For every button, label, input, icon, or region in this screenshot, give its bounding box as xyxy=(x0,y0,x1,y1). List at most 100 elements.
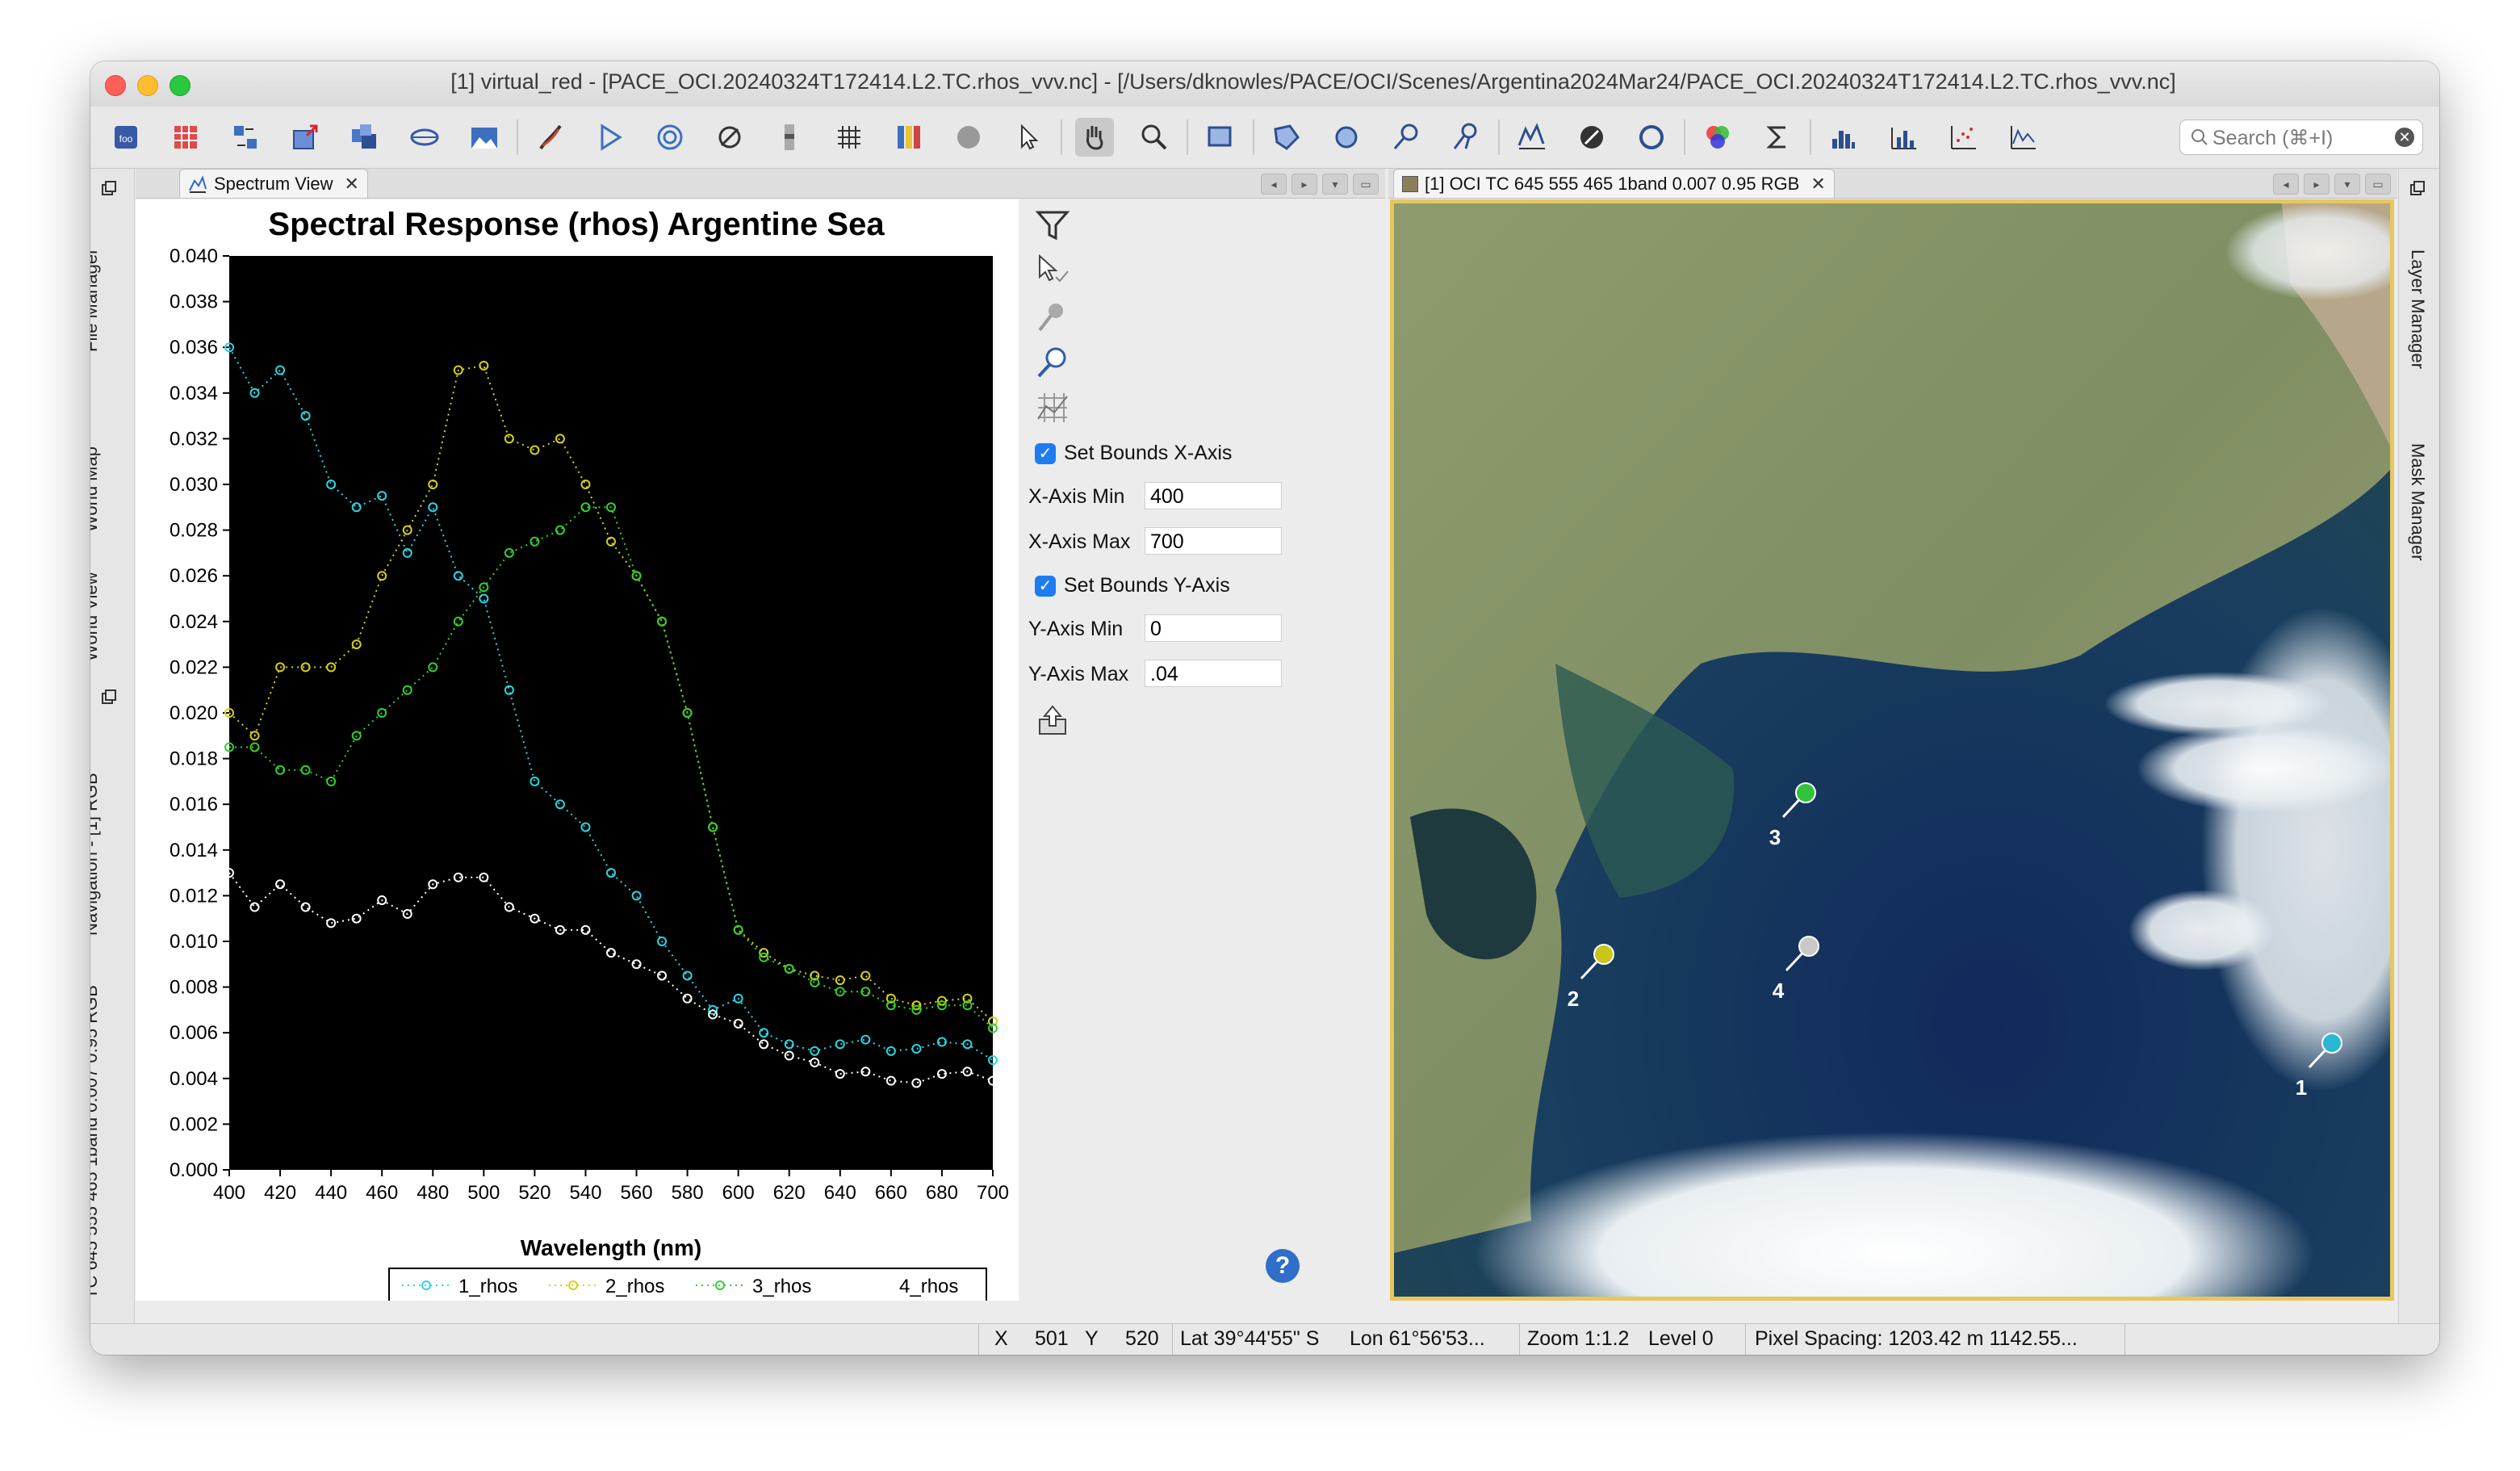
zoom-icon xyxy=(1141,124,1167,150)
profile-button[interactable] xyxy=(2003,118,2042,157)
tab-image-view[interactable]: [1] OCI TC 645 555 465 1band 0.007 0.95 … xyxy=(1393,169,1835,198)
sidebar-tab-file-manager[interactable]: File Manager xyxy=(90,211,131,352)
band-maths-button[interactable] xyxy=(226,118,265,157)
zoom-spectrum-icon[interactable] xyxy=(1035,345,1070,380)
mosaic-icon xyxy=(352,124,376,149)
world-button[interactable] xyxy=(405,118,444,157)
set-bounds-x-checkbox[interactable]: ✓ xyxy=(1035,443,1056,465)
legend-label: 1_rhos xyxy=(458,1276,517,1297)
x-tick-label: 460 xyxy=(366,1182,398,1204)
y-axis-max-input[interactable]: .04 xyxy=(1145,660,1282,687)
export-button[interactable] xyxy=(286,118,324,157)
sigma-button[interactable] xyxy=(1758,118,1797,157)
radiation-button[interactable] xyxy=(651,118,689,157)
restore-panels-icon[interactable] xyxy=(94,177,131,201)
pan-hand-button[interactable] xyxy=(1075,118,1114,157)
mosaic-button[interactable] xyxy=(345,118,384,157)
restore-panels-icon-2[interactable] xyxy=(94,685,131,710)
toolbar-separator xyxy=(517,119,518,155)
close-tab-icon[interactable]: ✕ xyxy=(345,174,359,195)
no-data-button[interactable] xyxy=(710,118,749,157)
filter-icon[interactable] xyxy=(1035,207,1070,243)
histogram-button[interactable] xyxy=(1824,118,1863,157)
y-tick-label: 0.002 xyxy=(170,1113,218,1135)
close-image-tab-icon[interactable]: ✕ xyxy=(1810,174,1825,195)
spectrum-chart[interactable]: Spectral Response (rhos) Argentine Sea 0… xyxy=(136,199,1019,1303)
zoom-button[interactable] xyxy=(1135,118,1174,157)
sidebar-tab-layer-manager[interactable]: Layer Manager xyxy=(2404,217,2439,379)
roi-button[interactable] xyxy=(1572,118,1611,157)
x-axis-min-input[interactable]: 400 xyxy=(1145,482,1282,509)
set-bounds-x-row[interactable]: ✓ Set Bounds X-Axis xyxy=(1028,442,1232,465)
sphere-button[interactable] xyxy=(949,118,988,157)
ellipse-button[interactable] xyxy=(1327,118,1366,157)
search-field[interactable]: Search (⌘+I) ✕ xyxy=(2179,119,2423,155)
range-finder-button[interactable] xyxy=(1387,118,1425,157)
color-bar-button[interactable] xyxy=(890,118,928,157)
grid-button[interactable] xyxy=(166,118,205,157)
y-tick-label: 0.034 xyxy=(170,383,218,404)
spectrum-button[interactable] xyxy=(1513,118,1551,157)
grid-lines-button[interactable] xyxy=(830,118,869,157)
pin-tool-icon[interactable] xyxy=(1035,300,1070,335)
set-bounds-y-checkbox[interactable]: ✓ xyxy=(1035,576,1056,597)
minimize-window-button[interactable] xyxy=(137,75,158,96)
play-button[interactable] xyxy=(591,118,630,157)
session-button[interactable]: foo xyxy=(107,118,145,157)
tab-spectrum-view[interactable]: Spectrum View ✕ xyxy=(179,169,368,198)
satellite-scene[interactable]: 1 2 3 4 xyxy=(1394,203,2390,1297)
y-tick-label: 0.026 xyxy=(170,565,218,587)
spectrum-chart-area: Spectral Response (rhos) Argentine Sea 0… xyxy=(136,199,1019,1303)
pin-label: 3 xyxy=(1769,825,1781,849)
tab-list-icon[interactable]: ▾ xyxy=(1322,174,1348,195)
y-tick-label: 0.012 xyxy=(170,885,218,907)
navigation-label: Navigation - [1] RGB xyxy=(90,773,101,936)
sidebar-tab-world-map[interactable]: World Map xyxy=(90,371,131,532)
close-window-button[interactable] xyxy=(105,75,126,96)
pointer-button[interactable] xyxy=(1009,118,1048,157)
rectangle-button[interactable] xyxy=(1201,118,1240,157)
tab-left-arrow-icon[interactable]: ◂ xyxy=(1261,174,1287,195)
set-bounds-y-label: Set Bounds Y-Axis xyxy=(1064,574,1230,597)
polygon-button[interactable] xyxy=(1267,118,1306,157)
x-tick-label: 620 xyxy=(773,1182,806,1204)
image-tab-list-icon[interactable]: ▾ xyxy=(2334,174,2360,195)
bar-chart-button[interactable] xyxy=(1884,118,1923,157)
pin-head xyxy=(1593,944,1614,965)
scatter-button[interactable] xyxy=(1944,118,1982,157)
x-tick-label: 440 xyxy=(315,1182,347,1204)
pin-tool-button[interactable] xyxy=(531,118,570,157)
maximize-window-button[interactable] xyxy=(170,75,190,96)
image-tab-right-arrow-icon[interactable]: ▸ xyxy=(2304,174,2330,195)
open-image-button[interactable] xyxy=(465,118,504,157)
image-maximize-panel-icon[interactable]: ▭ xyxy=(2365,174,2391,195)
satellite-image[interactable]: 1 2 3 4 xyxy=(1390,199,2394,1301)
tab-right-arrow-icon[interactable]: ▸ xyxy=(1291,174,1317,195)
sidebar-tab-mask-manager[interactable]: Mask Manager xyxy=(2404,411,2439,589)
y-axis-min-input[interactable]: 0 xyxy=(1145,614,1282,642)
circle-button[interactable] xyxy=(1632,118,1671,157)
pin-label: 2 xyxy=(1568,987,1579,1011)
restore-right-panels-icon[interactable] xyxy=(2404,177,2431,206)
maximize-panel-icon[interactable]: ▭ xyxy=(1353,174,1379,195)
slider-button[interactable] xyxy=(770,118,809,157)
x-axis-max-input[interactable]: 700 xyxy=(1145,527,1282,555)
x-tick-label: 700 xyxy=(977,1182,1009,1204)
sidebar-tab-world-view[interactable]: World View xyxy=(90,548,131,661)
export-spectrum-icon[interactable] xyxy=(1035,703,1070,739)
sidebar-tab-navigation[interactable]: Navigation - [1] RGB xyxy=(90,718,131,936)
grid-spectrum-icon[interactable] xyxy=(1035,390,1070,425)
select-pins-icon[interactable] xyxy=(1035,253,1070,288)
rgb-button[interactable] xyxy=(1698,118,1737,157)
y-tick-label: 0.018 xyxy=(170,748,218,770)
histogram-icon xyxy=(1832,131,1855,149)
clear-search-icon[interactable]: ✕ xyxy=(2395,128,2414,147)
image-tab-left-arrow-icon[interactable]: ◂ xyxy=(2273,174,2299,195)
sidebar-tab-color-manipulation[interactable]: TC 645 555 465 1band 0.007 0.95 RGB xyxy=(90,960,131,1299)
multi-pin-button[interactable] xyxy=(1446,118,1485,157)
scatter-icon xyxy=(1951,126,1976,149)
spectrum-view-panel: Spectrum View ✕ ◂ ▸ ▾ ▭ Spectral Respons… xyxy=(136,169,1385,1323)
toolbar-separator xyxy=(1684,119,1685,155)
help-icon[interactable]: ? xyxy=(1266,1249,1300,1283)
set-bounds-y-row[interactable]: ✓ Set Bounds Y-Axis xyxy=(1028,574,1230,597)
